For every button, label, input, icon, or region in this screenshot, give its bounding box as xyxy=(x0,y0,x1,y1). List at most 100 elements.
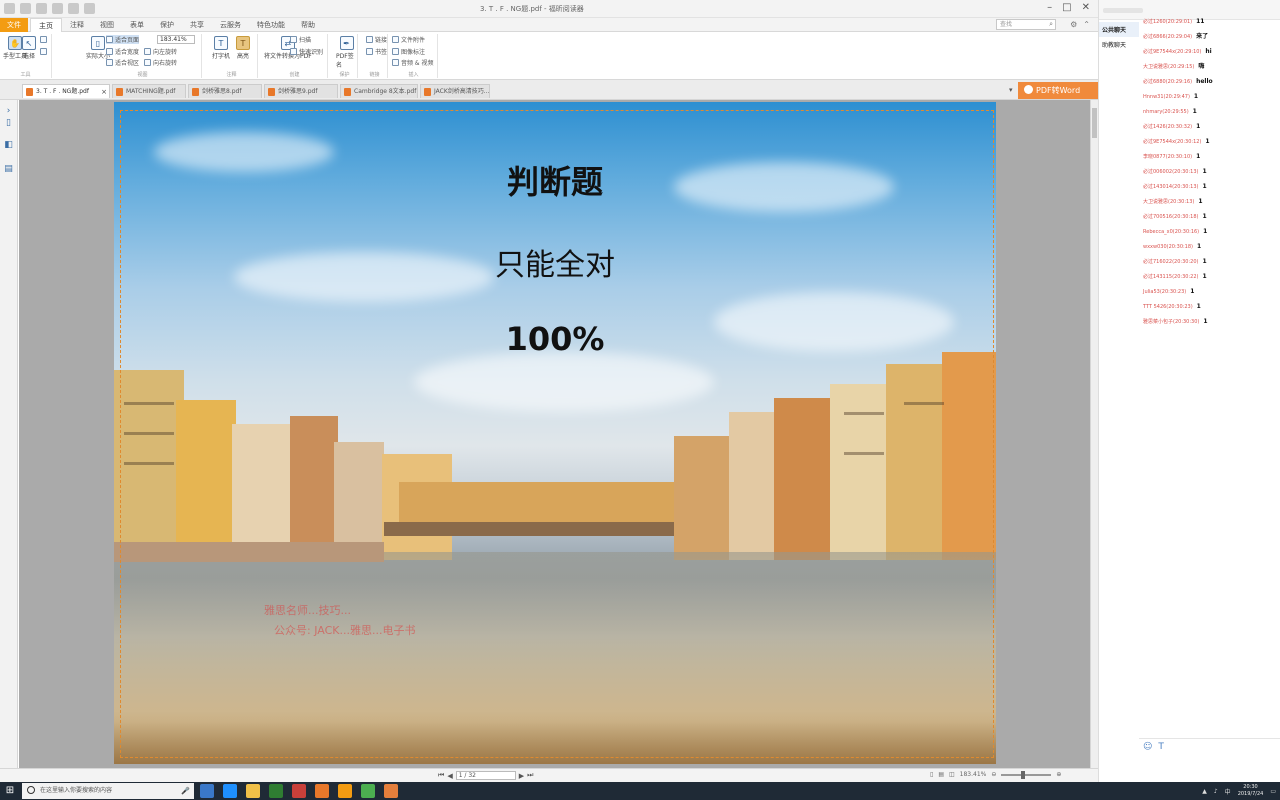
menu-tab-help[interactable]: 帮助 xyxy=(293,18,323,33)
bookmarks-panel-icon[interactable]: ▤ xyxy=(3,164,14,175)
start-icon[interactable]: ⊞ xyxy=(0,782,20,800)
menu-tab-cloud[interactable]: 云服务 xyxy=(212,18,249,33)
settings-icon[interactable]: ⚙ xyxy=(1070,20,1077,29)
menu-tab-protect[interactable]: 保护 xyxy=(152,18,182,33)
chat-username: nhmary(20:29:55) xyxy=(1143,109,1189,115)
notification-icon[interactable]: ▭ xyxy=(1270,788,1276,795)
zoom-in-icon[interactable]: ⊕ xyxy=(1056,771,1061,778)
taskbar-app-icon[interactable] xyxy=(292,784,306,798)
menu-tab-home[interactable]: 主页 xyxy=(30,18,62,33)
fit-page-button[interactable]: 适合页面 xyxy=(106,35,140,44)
zoom-slider[interactable] xyxy=(1001,770,1052,779)
audio-video-button[interactable]: 音频 & 视频 xyxy=(392,58,434,67)
open-icon[interactable] xyxy=(4,3,15,14)
search-icon[interactable]: ⌕ xyxy=(1049,20,1053,29)
select-tool-button[interactable]: ↖ 选择 xyxy=(22,36,36,60)
hand-quick-icon[interactable] xyxy=(84,3,95,14)
continuous-icon[interactable]: ▤ xyxy=(938,771,944,778)
volume-icon[interactable]: ♪ xyxy=(1214,788,1218,795)
taskbar-app-icon[interactable] xyxy=(269,784,283,798)
rotate-right-button[interactable]: 向右旋转 xyxy=(144,58,177,67)
link-button[interactable]: 链接 xyxy=(366,35,387,44)
rotate-right-icon xyxy=(144,59,151,66)
taskbar-search-input[interactable]: 在这里输入你要搜索的内容 🎤 xyxy=(22,783,194,799)
chat-text: 1 xyxy=(1202,273,1207,280)
scrollbar-thumb[interactable] xyxy=(1092,108,1097,138)
pages-icon[interactable]: ▯ xyxy=(3,118,14,129)
taskbar-app-icon[interactable] xyxy=(246,784,260,798)
typewriter-button[interactable]: T 打字机 xyxy=(212,36,230,60)
screenshot-button[interactable] xyxy=(40,36,47,43)
doc-tab-cambridge8[interactable]: 剑桥雅思8.pdf xyxy=(188,84,262,98)
rotate-left-button[interactable]: 向左旋转 xyxy=(144,47,177,56)
first-page-icon[interactable]: ⏮ xyxy=(438,771,444,780)
pdf-sign-button[interactable]: ✒ PDF签名 xyxy=(336,36,357,69)
file-attachment-button[interactable]: 文件附件 xyxy=(392,35,425,44)
minimize-icon[interactable]: – xyxy=(1047,2,1052,13)
doc-tab-cambridge8-text[interactable]: Cambridge 8文本.pdf xyxy=(340,84,418,98)
last-page-icon[interactable]: ⏭ xyxy=(527,771,533,780)
undo-icon[interactable] xyxy=(52,3,63,14)
quick-recognize-button[interactable]: 快速识别 xyxy=(290,47,323,56)
search-input[interactable]: 查找 ⌕ xyxy=(996,19,1056,30)
doc-tab-cambridge9[interactable]: 剑桥雅思9.pdf xyxy=(264,84,338,98)
chat-nav-assistant[interactable]: 助教聊天 xyxy=(1099,37,1139,52)
facing-icon[interactable]: ◫ xyxy=(949,771,955,778)
menu-tab-features[interactable]: 特色功能 xyxy=(249,18,293,33)
doc-tab-tfng[interactable]: 3. T . F . NG题.pdf × xyxy=(22,84,110,98)
highlight-button[interactable]: T 高亮 xyxy=(236,36,250,60)
bookmark-button[interactable]: 书签 xyxy=(366,47,387,56)
close-window-icon[interactable]: ✕ xyxy=(1082,2,1090,13)
image-annotation-button[interactable]: 图像标注 xyxy=(392,47,425,56)
tab-list-dropdown-icon[interactable]: ▾ xyxy=(1009,86,1013,94)
fit-width-button[interactable]: 适合宽度 xyxy=(106,47,139,56)
vertical-scrollbar[interactable] xyxy=(1090,100,1098,768)
input-language[interactable]: 中 xyxy=(1225,787,1231,796)
fit-visible-button[interactable]: 适合视区 xyxy=(106,58,139,67)
scan-button[interactable]: 扫描 xyxy=(290,35,311,44)
emoji-icon[interactable]: ☺ xyxy=(1143,742,1152,752)
print-icon[interactable] xyxy=(36,3,47,14)
menu-tab-comment[interactable]: 注释 xyxy=(62,18,92,33)
chat-nav-public[interactable]: 公共聊天 xyxy=(1099,22,1139,37)
taskbar-app-icon[interactable] xyxy=(200,784,214,798)
redo-icon[interactable] xyxy=(68,3,79,14)
chat-username: 必过700516(20:30:18) xyxy=(1143,214,1199,220)
doc-tab-label: Cambridge 8文本.pdf xyxy=(354,88,417,95)
menu-tab-view[interactable]: 视图 xyxy=(92,18,122,33)
quick-label: 快速识别 xyxy=(299,49,324,56)
save-icon[interactable] xyxy=(20,3,31,14)
page-number-input[interactable]: 1 / 32 xyxy=(455,771,516,780)
audio-video-label: 音频 & 视频 xyxy=(401,60,434,67)
taskbar-app-icon[interactable] xyxy=(223,784,237,798)
next-page-icon[interactable]: ▶ xyxy=(519,772,524,780)
clipboard-button[interactable] xyxy=(40,48,47,55)
close-tab-icon[interactable]: × xyxy=(101,85,107,98)
document-viewer[interactable]: 雅思名师...技巧... 公众号: JACK...雅思...电子书 判断题 只能… xyxy=(19,100,1090,768)
menu-tab-form[interactable]: 表单 xyxy=(122,18,152,33)
collapse-icon[interactable]: › xyxy=(3,106,14,117)
taskbar-app-icon[interactable] xyxy=(338,784,352,798)
doc-tab-jack[interactable]: JACK剑桥高清技巧... xyxy=(420,84,490,98)
doc-tab-matching[interactable]: MATCHING题.pdf xyxy=(112,84,186,98)
network-icon[interactable]: ▲ xyxy=(1202,788,1207,795)
single-page-icon[interactable]: ▯ xyxy=(930,771,933,778)
maximize-icon[interactable]: □ xyxy=(1062,2,1071,13)
doc-tab-label: 3. T . F . NG题.pdf xyxy=(36,88,89,95)
taskbar-app-icon[interactable] xyxy=(361,784,375,798)
prev-page-icon[interactable]: ◀ xyxy=(447,772,452,780)
layers-icon[interactable]: ◧ xyxy=(3,140,14,151)
zoom-out-icon[interactable]: ⊖ xyxy=(991,771,996,778)
menu-file[interactable]: 文件 xyxy=(0,18,28,32)
microphone-icon[interactable]: 🎤 xyxy=(181,783,190,799)
menu-tab-share[interactable]: 共享 xyxy=(182,18,212,33)
zoom-input[interactable]: 183.41% xyxy=(157,35,195,44)
pdf-to-word-button[interactable]: PDF转Word xyxy=(1018,82,1098,99)
chat-input[interactable] xyxy=(1139,756,1280,782)
chevron-up-icon[interactable]: ⌃ xyxy=(1083,20,1090,29)
taskbar-app-icon[interactable] xyxy=(384,784,398,798)
clock[interactable]: 20:30 2019/7/24 xyxy=(1238,784,1264,798)
text-format-icon[interactable]: T xyxy=(1158,742,1164,752)
zoom-readout: 183.41% xyxy=(959,771,987,778)
taskbar-app-icon[interactable] xyxy=(315,784,329,798)
